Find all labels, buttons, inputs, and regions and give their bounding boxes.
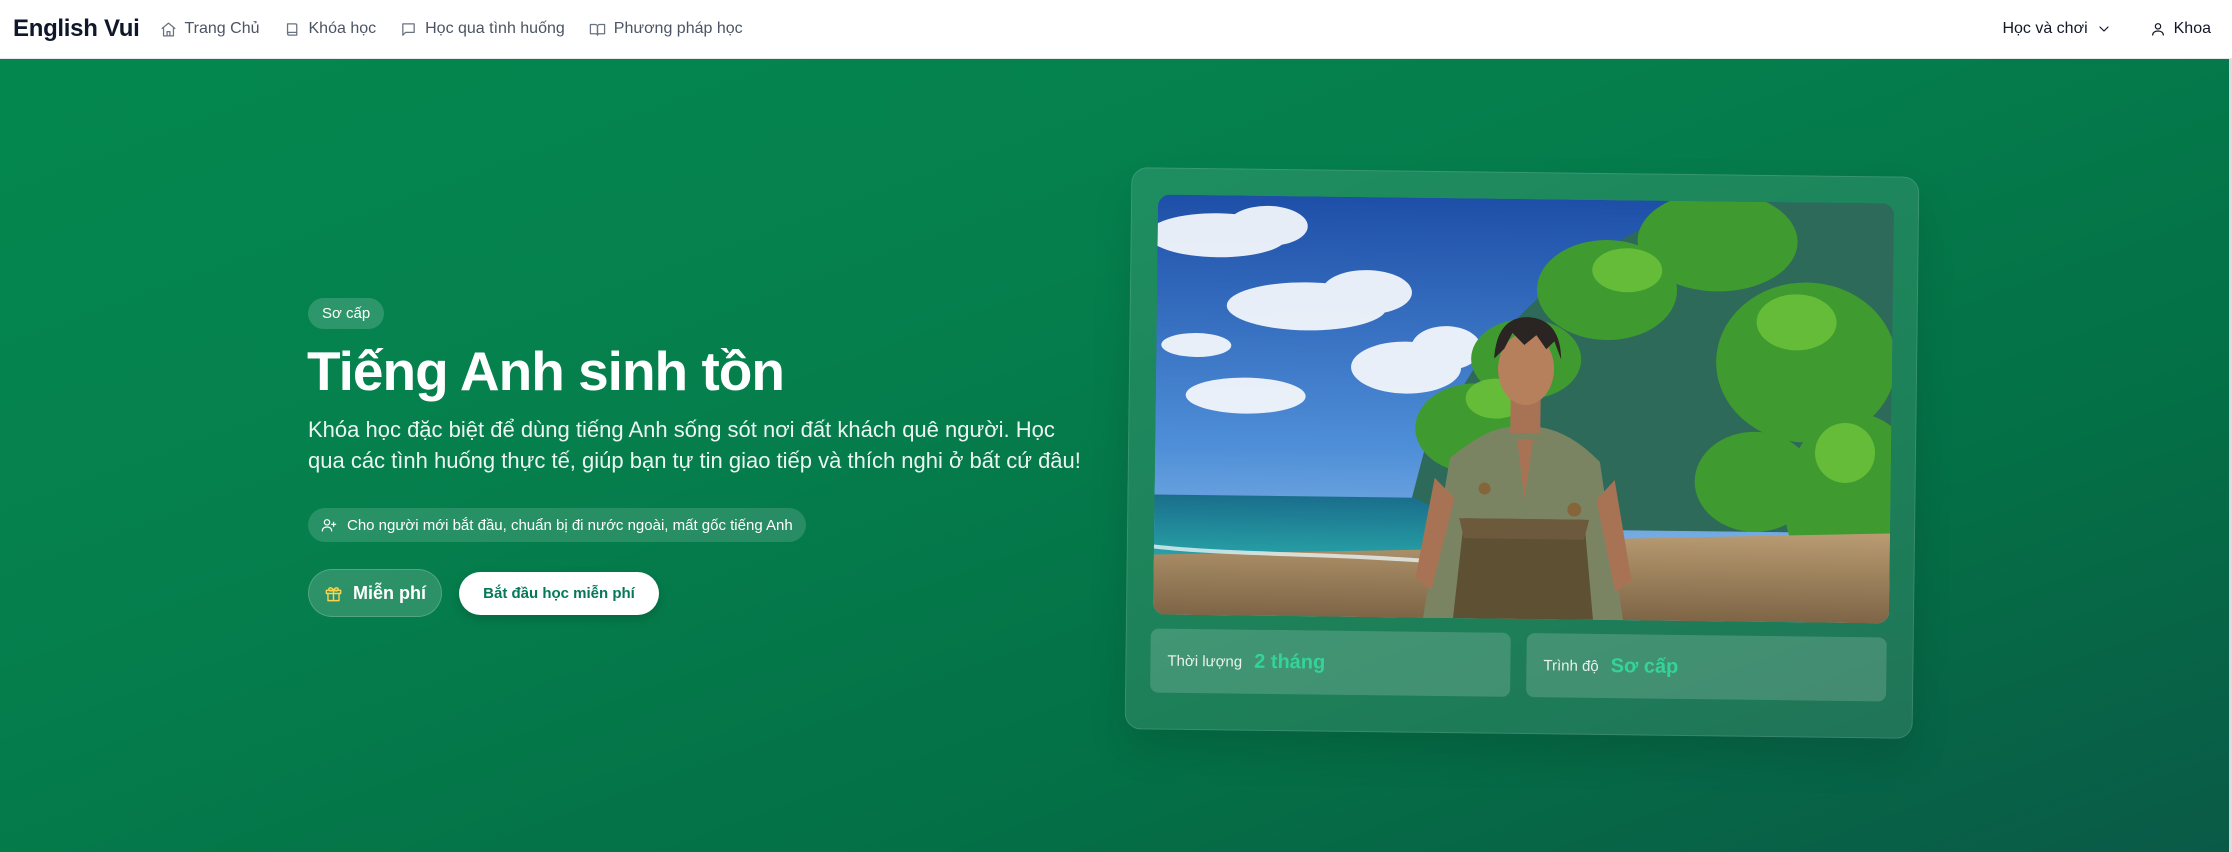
nav-right-group: Học và chơi Khoa [2002,20,2211,38]
nav-item-label: Trang Chủ [184,20,260,37]
nav-item-methods[interactable]: Phương pháp học [589,20,743,38]
course-cover-image [1152,194,1895,624]
brand-logo[interactable]: English Vui [13,15,140,43]
price-badge: Miễn phí [308,569,442,617]
duration-label: Thời lượng [1167,652,1243,671]
nav-item-label: Khóa học [308,20,377,37]
level-value: Sơ cấp [1610,654,1679,678]
nav-item-home[interactable]: Trang Chủ [160,20,260,38]
book-open-icon [589,23,606,36]
user-menu[interactable]: Khoa [2150,20,2211,38]
duration-value: 2 tháng [1254,650,1326,674]
audience-badge: Cho người mới bắt đầu, chuẩn bị đi nước … [308,508,806,542]
course-description: Khóa học đặc biệt để dùng tiếng Anh sống… [308,417,1081,473]
user-plus-icon [321,519,337,532]
nav-item-situations[interactable]: Học qua tình huống [400,20,565,38]
message-square-icon [402,22,415,36]
chevron-down-icon [2099,26,2109,32]
hero-section: Sơ cấp Tiếng Anh sinh tồn Khóa học đặc b… [0,59,2232,852]
nav-item-label: Phương pháp học [613,20,743,37]
course-card: Thời lượng 2 tháng Trình độ Sơ cấp [1124,167,1920,739]
start-free-button[interactable]: Bắt đầu học miễn phí [459,572,659,615]
price-label: Miễn phí [353,582,426,603]
top-navbar: English Vui Trang Chủ Khóa học Học qua t… [0,0,2232,59]
audience-text: Cho người mới bắt đầu, chuẩn bị đi nước … [347,516,793,534]
nav-item-label: Học qua tình huống [425,20,565,37]
duration-stat: Thời lượng 2 tháng [1150,628,1511,697]
level-label: Trình độ [1543,656,1599,675]
learn-play-dropdown[interactable]: Học và chơi [2002,20,2111,38]
level-badge: Sơ cấp [308,298,385,329]
user-icon [2151,23,2164,36]
book-icon [286,22,297,36]
dropdown-label: Học và chơi [2002,20,2088,37]
user-name: Khoa [2173,20,2211,37]
survivor-illustration [1152,194,1895,624]
level-stat: Trình độ Sơ cấp [1526,633,1887,702]
course-title: Tiếng Anh sinh tồn [307,340,785,402]
home-icon [160,21,176,37]
gift-icon [325,586,342,601]
nav-item-courses[interactable]: Khóa học [284,20,377,38]
